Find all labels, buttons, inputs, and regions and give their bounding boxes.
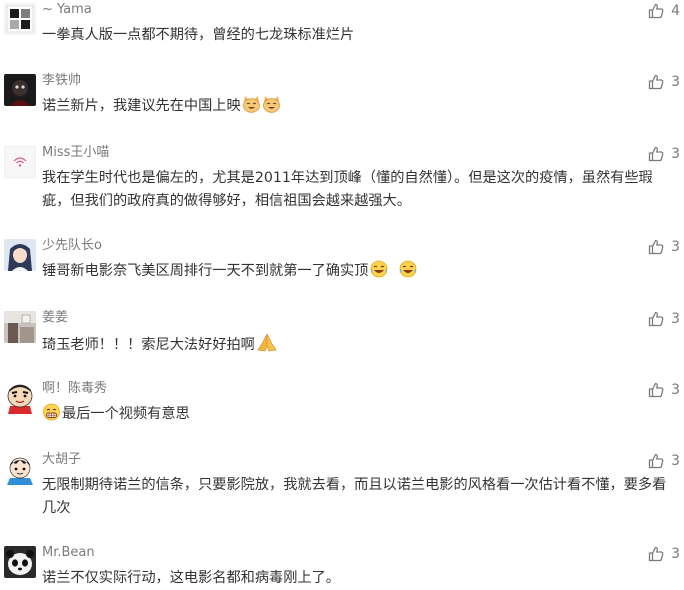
thumbs-up-icon: [648, 74, 664, 90]
username[interactable]: ~ Yama: [42, 1, 92, 19]
comment-text-content: 我在学生时代也是偏左的，尤其是2011年达到顶峰（懂的自然懂）。但是这次的疫情，…: [42, 170, 653, 209]
like-count: 3: [671, 74, 680, 90]
like-count: 3: [671, 146, 680, 162]
comment-text: 无限制期待诺兰的信条，只要影院放，我就去看，而且以诺兰电影的风格看一次估计看不懂…: [42, 474, 670, 520]
thumbs-up-icon: [648, 3, 664, 19]
like-count: 4: [671, 3, 680, 19]
like-button[interactable]: 3: [648, 73, 680, 91]
comment-text-content: 诺兰不仅实际行动，这电影名都和病毒刚上了。: [42, 570, 340, 586]
comment-text-content: 无限制期待诺兰的信条，只要影院放，我就去看，而且以诺兰电影的风格看一次估计看不懂…: [42, 477, 667, 516]
like-count: 3: [671, 382, 680, 398]
laugh-tears-emoji: [398, 260, 418, 286]
comment-text: 锤哥新电影奈飞美区周排行一天不到就第一了确实顶: [42, 260, 670, 286]
panda-avatar[interactable]: [4, 546, 36, 578]
like-count: 3: [671, 239, 680, 255]
comment-text: 诺兰新片，我建议先在中国上映: [42, 95, 670, 121]
shinchan-avatar[interactable]: [4, 382, 36, 414]
comment-text: 最后一个视频有意思: [42, 403, 670, 429]
like-button[interactable]: 3: [648, 381, 680, 399]
room-photo-avatar[interactable]: [4, 311, 36, 343]
like-button[interactable]: 3: [648, 545, 680, 563]
dark-photo-avatar[interactable]: [4, 74, 36, 106]
cat-emoji: [262, 95, 281, 121]
username[interactable]: 啊！陈毒秀: [42, 380, 107, 398]
cartoon-boy-avatar[interactable]: [4, 453, 36, 485]
like-button[interactable]: 3: [648, 145, 680, 163]
comment-text-content: 琦玉老师！！！索尼大法好好拍啊: [42, 337, 255, 353]
wifi-logo-avatar[interactable]: [4, 146, 36, 178]
comment-text: 诺兰不仅实际行动，这电影名都和病毒刚上了。: [42, 567, 670, 590]
grin-emoji: [42, 403, 61, 429]
thumbs-up-icon: [648, 382, 664, 398]
thumbs-up-icon: [648, 146, 664, 162]
thumbs-up-icon: [648, 453, 664, 469]
comment-text: 琦玉老师！！！索尼大法好好拍啊: [42, 332, 670, 360]
comment-text-content: 诺兰新片，我建议先在中国上映: [42, 98, 241, 114]
comment-text-content: 一拳真人版一点都不期待，曾经的七龙珠标准烂片: [42, 27, 355, 43]
geometric-avatar[interactable]: [4, 3, 36, 35]
comment-feed: ~ Yama 4 一拳真人版一点都不期待，曾经的七龙珠标准烂片 李铁帅 3 诺兰…: [0, 0, 684, 590]
comment-text-content: 锤哥新电影奈飞美区周排行一天不到就第一了确实顶: [42, 263, 369, 279]
like-button[interactable]: 3: [648, 238, 680, 256]
username[interactable]: Mr.Bean: [42, 544, 95, 562]
pray-emoji: [256, 332, 278, 360]
laugh-tears-emoji: [369, 260, 389, 286]
comment-text: 我在学生时代也是偏左的，尤其是2011年达到顶峰（懂的自然懂）。但是这次的疫情，…: [42, 167, 670, 213]
like-button[interactable]: 4: [648, 2, 680, 20]
like-button[interactable]: 3: [648, 310, 680, 328]
comment-text: 一拳真人版一点都不期待，曾经的七龙珠标准烂片: [42, 24, 670, 47]
comment-text-content: 最后一个视频有意思: [62, 406, 190, 422]
anime-girl-avatar[interactable]: [4, 239, 36, 271]
thumbs-up-icon: [648, 239, 664, 255]
like-count: 3: [671, 453, 680, 469]
like-count: 3: [671, 311, 680, 327]
like-count: 3: [671, 546, 680, 562]
thumbs-up-icon: [648, 311, 664, 327]
username[interactable]: 少先队长o: [42, 237, 102, 255]
like-button[interactable]: 3: [648, 452, 680, 470]
cat-emoji: [242, 95, 261, 121]
username[interactable]: Miss王小喵: [42, 144, 109, 162]
username[interactable]: 李铁帅: [42, 72, 81, 90]
username[interactable]: 姜姜: [42, 309, 68, 327]
thumbs-up-icon: [648, 546, 664, 562]
username[interactable]: 大胡子: [42, 451, 81, 469]
